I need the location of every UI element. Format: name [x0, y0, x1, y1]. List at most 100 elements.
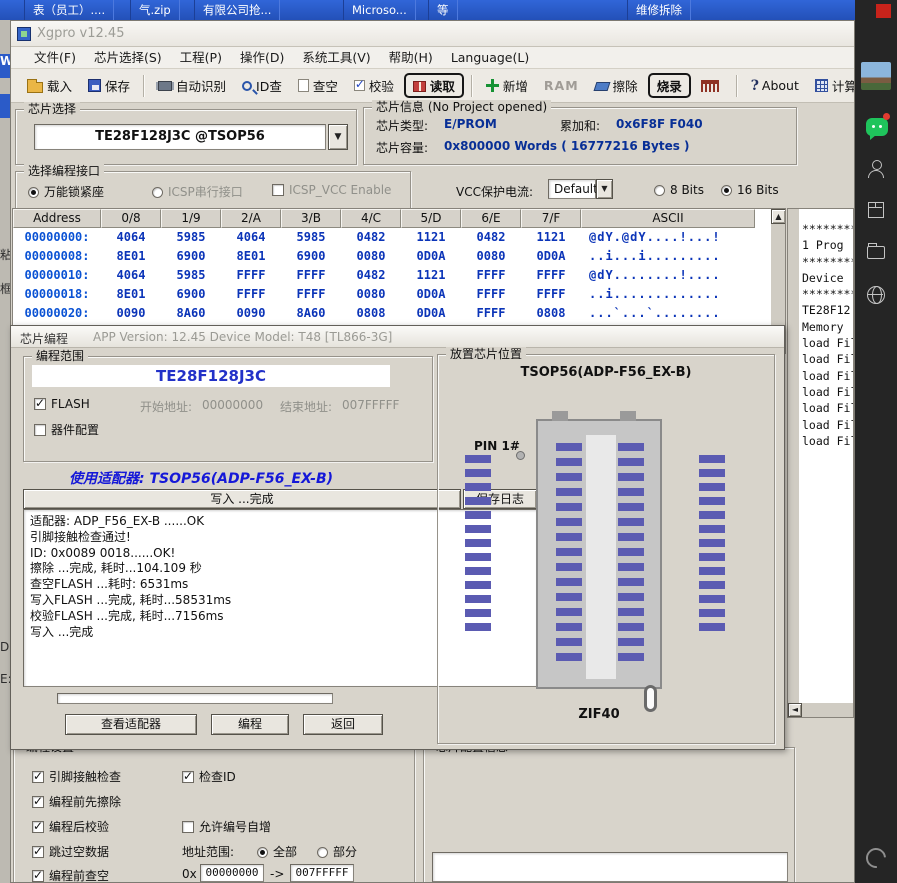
- taskbar-item[interactable]: Microso...: [343, 0, 416, 20]
- program-button[interactable]: 编程: [211, 714, 289, 735]
- info-panel-text: ******** 1 Prog ******** Device ********…: [802, 221, 854, 449]
- chip-select-combo[interactable]: TE28F128J3C @TSOP56: [34, 124, 326, 150]
- menu-help[interactable]: 帮助(H): [380, 47, 442, 69]
- globe-icon[interactable]: [867, 286, 885, 304]
- checksum-value: 0x6F8F F040: [616, 117, 703, 131]
- menu-operation[interactable]: 操作(D): [231, 47, 293, 69]
- burn-button[interactable]: 烧录: [648, 73, 691, 98]
- vcc-dropdown-button[interactable]: ▼: [596, 179, 613, 199]
- photo-thumbnail[interactable]: [861, 62, 891, 90]
- hex-address: 00000008:: [13, 247, 101, 266]
- pin-check-option[interactable]: 引脚接触检查: [32, 768, 121, 785]
- zif-label: ZIF40: [536, 707, 662, 722]
- hex-row[interactable]: 00000008:8E0169008E01690000800D0A00800D0…: [13, 247, 771, 266]
- hex-cell: FFFF: [461, 266, 521, 285]
- back-button[interactable]: 返回: [303, 714, 383, 735]
- ram-button[interactable]: RAM: [538, 75, 585, 96]
- auto-detect-button[interactable]: 自动识别: [152, 73, 232, 98]
- icsp-radio-option[interactable]: ICSP串行接口: [152, 183, 243, 200]
- bits8-radio-option[interactable]: 8 Bits: [654, 183, 704, 197]
- info-panel-scrollbar[interactable]: [788, 209, 799, 717]
- bits16-radio-option[interactable]: 16 Bits: [721, 183, 779, 197]
- scroll-left-icon[interactable]: ◄: [788, 703, 802, 717]
- hex-cell: 0D0A: [401, 247, 461, 266]
- menu-file[interactable]: 文件(F): [25, 47, 85, 69]
- hex-cell: 0D0A: [401, 304, 461, 323]
- addr-from-field[interactable]: 00000000: [200, 864, 264, 882]
- vcc-current-combo[interactable]: Default: [548, 179, 596, 199]
- save-button[interactable]: 保存: [82, 73, 136, 98]
- erase-label: 擦除: [613, 76, 638, 95]
- taskbar-item[interactable]: 维修拆除: [627, 0, 691, 20]
- window-titlebar: Xgpro v12.45: [11, 21, 854, 47]
- hex-row[interactable]: 00000018:8E016900FFFFFFFF00800D0AFFFFFFF…: [13, 285, 771, 304]
- id-check-button[interactable]: ID查: [236, 73, 288, 98]
- package-icon[interactable]: [868, 202, 884, 218]
- pins-button[interactable]: [695, 77, 729, 95]
- check-id-option[interactable]: 检查ID: [182, 768, 236, 785]
- hex-row[interactable]: 00000020:00908A6000908A6008080D0AFFFF080…: [13, 304, 771, 323]
- taskbar-item[interactable]: 等: [428, 0, 458, 20]
- info-line: load Fil: [802, 351, 854, 367]
- device-config-option[interactable]: 器件配置: [34, 421, 99, 438]
- menu-language[interactable]: Language(L): [442, 47, 538, 69]
- hex-row[interactable]: 00000010:40645985FFFFFFFF04821121FFFFFFF…: [13, 266, 771, 285]
- info-line: load Fil: [802, 400, 854, 416]
- folder-icon[interactable]: [867, 246, 885, 259]
- radio-icon: [257, 847, 268, 858]
- close-button[interactable]: [876, 4, 891, 18]
- chip-info-group: 芯片信息 (No Project opened) 芯片类型: E/PROM 累加…: [363, 107, 797, 165]
- addr-to-field[interactable]: 007FFFFF: [290, 864, 354, 882]
- hex-cell: 6900: [161, 285, 221, 304]
- menubar: 文件(F) 芯片选择(S) 工程(P) 操作(D) 系统工具(V) 帮助(H) …: [11, 47, 854, 69]
- info-panel-hscrollbar[interactable]: ◄: [788, 703, 853, 717]
- toolbar-separator: [736, 75, 738, 97]
- chip-select-dropdown-button[interactable]: ▼: [328, 124, 348, 150]
- erase-button[interactable]: 擦除: [589, 73, 644, 98]
- menu-system-tools[interactable]: 系统工具(V): [293, 47, 379, 69]
- taskbar-item[interactable]: 气.zip: [130, 0, 180, 20]
- hex-cell: FFFF: [461, 285, 521, 304]
- refresh-icon[interactable]: [862, 844, 890, 872]
- device-config-label: 器件配置: [51, 423, 99, 437]
- scroll-up-icon[interactable]: ▲: [771, 209, 786, 224]
- auto-increment-option[interactable]: 允许编号自增: [182, 818, 271, 835]
- erase-before-option[interactable]: 编程前先擦除: [32, 793, 121, 810]
- ic-pins-icon: [701, 80, 719, 92]
- menu-chip-select[interactable]: 芯片选择(S): [85, 47, 171, 69]
- skip-blank-option[interactable]: 跳过空数据: [32, 843, 109, 860]
- view-adapter-button[interactable]: 查看适配器: [65, 714, 197, 735]
- hex-cell: 0482: [461, 228, 521, 247]
- pin1-label: PIN 1#: [474, 439, 520, 453]
- blank-before-option[interactable]: 编程前查空: [32, 867, 109, 883]
- taskbar-item[interactable]: 有限公司抢...: [194, 0, 280, 20]
- verify-after-option[interactable]: 编程后校验: [32, 818, 109, 835]
- capacity-label: 芯片容量:: [376, 139, 428, 156]
- menu-project[interactable]: 工程(P): [171, 47, 231, 69]
- chat-icon[interactable]: [866, 118, 888, 136]
- info-line: Device: [802, 270, 854, 286]
- about-button[interactable]: ?About: [745, 75, 805, 97]
- info-line: 1 Prog: [802, 237, 854, 253]
- checkbox-icon: [32, 821, 44, 833]
- hex-row[interactable]: 00000000:4064598540645985048211210482112…: [13, 228, 771, 247]
- contacts-icon[interactable]: [867, 160, 885, 178]
- socket-radio-option[interactable]: 万能锁紧座: [28, 183, 104, 200]
- toolbar-separator: [143, 75, 145, 97]
- taskbar-item[interactable]: 表（员工）....: [24, 0, 114, 20]
- range-all-option[interactable]: 全部: [257, 843, 297, 860]
- calculator-button[interactable]: 计算: [809, 73, 855, 98]
- flash-option[interactable]: FLASH: [34, 397, 90, 411]
- range-part-option[interactable]: 部分: [317, 843, 357, 860]
- dock-sidebar: [855, 0, 897, 883]
- read-button[interactable]: 读取: [404, 73, 464, 98]
- blank-check-button[interactable]: 查空: [292, 73, 344, 98]
- load-button[interactable]: 载入: [21, 73, 78, 98]
- chip-select-group-title: 芯片选择: [24, 102, 80, 117]
- verify-button[interactable]: 校验: [348, 73, 400, 98]
- add-button[interactable]: 新增: [480, 73, 534, 98]
- icsp-vcc-checkbox-option[interactable]: ICSP_VCC Enable: [272, 183, 391, 197]
- checkbox-icon: [34, 424, 46, 436]
- column-header: 5/D: [401, 209, 461, 228]
- status-button[interactable]: 写入 ...完成: [23, 489, 461, 509]
